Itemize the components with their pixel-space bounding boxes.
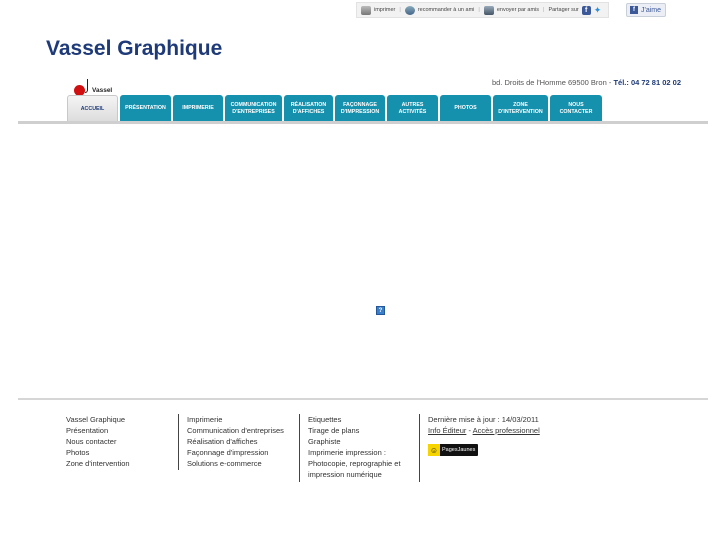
- share-label: Partager sur: [548, 7, 579, 13]
- footer-column-3: Etiquettes Tirage de plans Graphiste Imp…: [299, 414, 401, 482]
- phone-number: Tél.: 04 72 81 02 02: [613, 78, 681, 87]
- footer-link-zone[interactable]: Zone d'intervention: [66, 458, 130, 469]
- footer-link-imprimerie[interactable]: Imprimerie: [187, 414, 284, 425]
- main-navigation: ACCUEIL PRÉSENTATION IMPRIMERIE COMMUNIC…: [67, 95, 602, 122]
- nav-divider: [18, 121, 708, 124]
- nav-tab-presentation[interactable]: PRÉSENTATION: [120, 95, 171, 122]
- twitter-icon[interactable]: ✦: [594, 6, 604, 15]
- nav-tab-imprimerie[interactable]: IMPRIMERIE: [173, 95, 223, 122]
- footer-link-faconnage[interactable]: Façonnage d'impression: [187, 447, 284, 458]
- pagesjaunes-logo-text: PagesJaunes: [442, 446, 476, 453]
- info-editor-link[interactable]: Info Éditeur: [428, 426, 466, 435]
- footer-link-plans[interactable]: Tirage de plans: [308, 425, 401, 436]
- nav-tab-faconnage[interactable]: FAÇONNAGE D'IMPRESSION: [335, 95, 385, 122]
- separator: |: [543, 7, 545, 13]
- footer-link-etiquettes[interactable]: Etiquettes: [308, 414, 401, 425]
- footer-link-graphiste[interactable]: Graphiste: [308, 436, 401, 447]
- nav-tab-zone-intervention[interactable]: ZONE D'INTERVENTION: [493, 95, 548, 122]
- address-text: bd. Droits de l'Homme 69500 Bron -: [491, 78, 614, 87]
- footer-column-2: Imprimerie Communication d'entreprises R…: [178, 414, 284, 470]
- nav-tab-accueil[interactable]: ACCUEIL: [67, 95, 118, 122]
- site-title[interactable]: Vassel Graphique: [46, 37, 222, 61]
- recommend-link[interactable]: recommander à un ami: [404, 5, 474, 15]
- print-link[interactable]: imprimer: [361, 5, 395, 15]
- pro-access-link[interactable]: Accès professionnel: [473, 426, 540, 435]
- nav-tab-communication[interactable]: COMMUNICATION D'ENTREPRISES: [225, 95, 282, 122]
- share-toolbar: imprimer | recommander à un ami | envoye…: [356, 2, 609, 18]
- footer-link-communication[interactable]: Communication d'entreprises: [187, 425, 284, 436]
- last-updated: Dernière mise à jour : 14/03/2011: [428, 415, 539, 424]
- nav-tab-affiches[interactable]: RÉALISATION D'AFFICHES: [284, 95, 333, 122]
- recommend-icon: [404, 5, 415, 15]
- mail-icon: [483, 5, 494, 15]
- nav-tab-autres-activites[interactable]: AUTRES ACTIVITÉS: [387, 95, 438, 122]
- footer-link-affiches[interactable]: Réalisation d'affiches: [187, 436, 284, 447]
- footer-link-ecommerce[interactable]: Solutions e-commerce: [187, 458, 284, 469]
- footer-link-impression[interactable]: Imprimerie impression :: [308, 447, 401, 458]
- logo-text: Vassel: [92, 87, 113, 94]
- facebook-like-button[interactable]: f J'aime: [626, 3, 666, 17]
- site-logo[interactable]: Vassel: [74, 79, 124, 96]
- footer-link-photocopie[interactable]: Photocopie, reprographie et: [308, 458, 401, 469]
- nav-tab-photos[interactable]: PHOTOS: [440, 95, 491, 122]
- send-link[interactable]: envoyer par amis: [483, 5, 539, 15]
- footer-column-4: Dernière mise à jour : 14/03/2011 Info É…: [419, 414, 540, 482]
- missing-plugin-icon[interactable]: ?: [376, 306, 385, 315]
- logo-hook-icon: [85, 79, 88, 93]
- facebook-icon: f: [630, 6, 638, 14]
- footer-column-1: Vassel Graphique Présentation Nous conta…: [66, 414, 130, 469]
- pagesjaunes-smile-icon: ☺: [428, 444, 440, 456]
- separator: |: [399, 7, 401, 13]
- contact-address: bd. Droits de l'Homme 69500 Bron - Tél.:…: [492, 78, 681, 87]
- nav-tab-contact[interactable]: NOUS CONTACTER: [550, 95, 602, 122]
- pagesjaunes-badge[interactable]: ☺ PagesJaunes: [428, 444, 479, 456]
- footer-link-contact[interactable]: Nous contacter: [66, 436, 130, 447]
- footer-link-home[interactable]: Vassel Graphique: [66, 414, 130, 425]
- footer-link-numerique[interactable]: impression numérique: [308, 469, 401, 480]
- facebook-icon[interactable]: f: [581, 5, 591, 15]
- printer-icon: [361, 5, 371, 15]
- footer-link-photos[interactable]: Photos: [66, 447, 130, 458]
- separator: |: [478, 7, 480, 13]
- footer-link-presentation[interactable]: Présentation: [66, 425, 130, 436]
- footer-divider: [18, 398, 708, 400]
